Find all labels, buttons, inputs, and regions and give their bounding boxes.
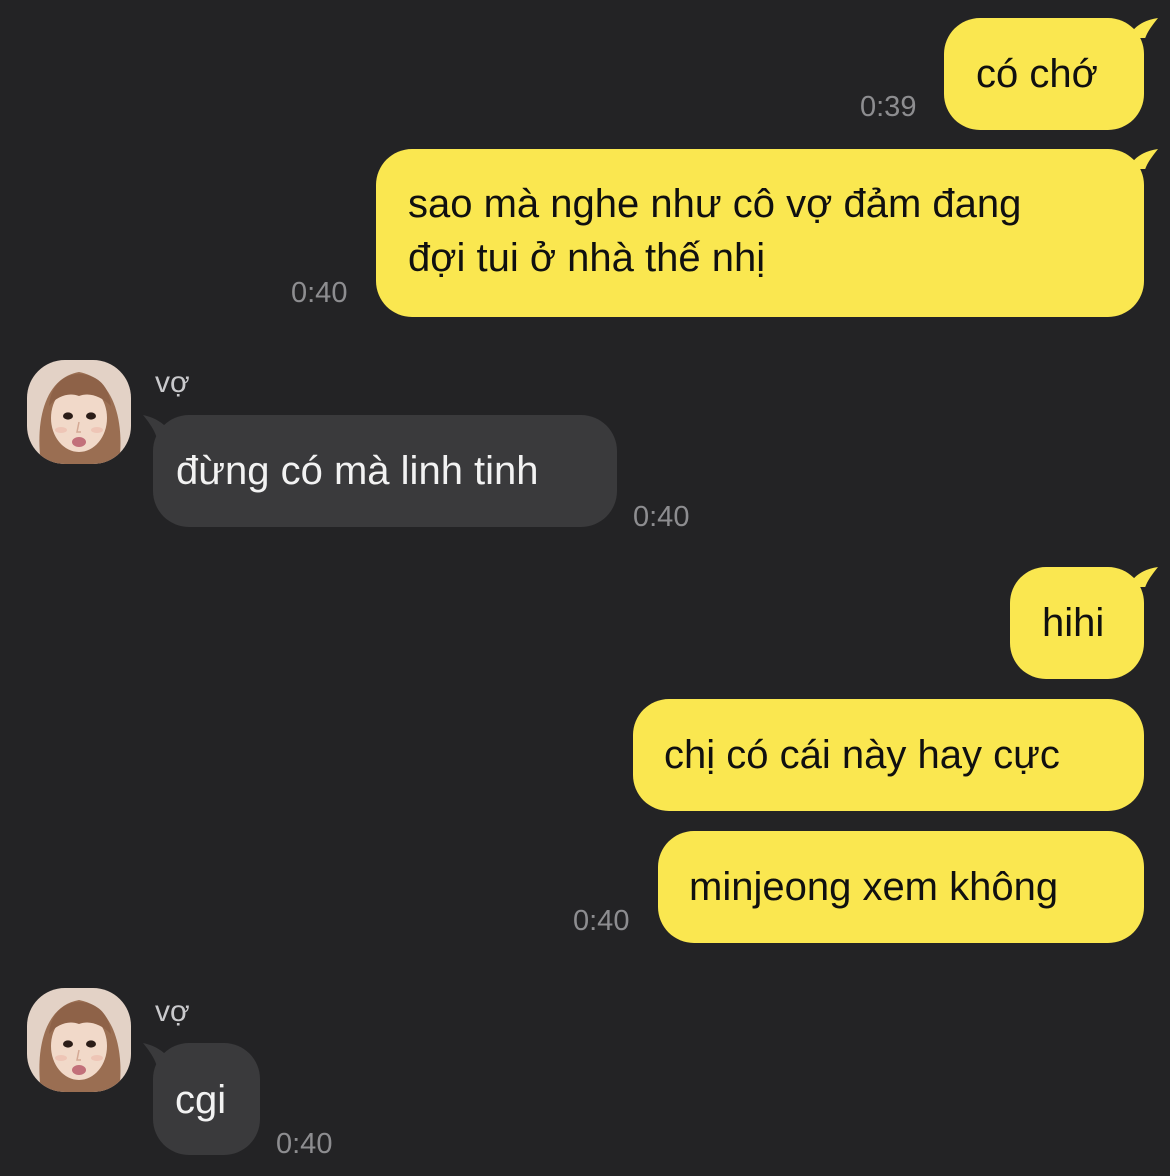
message-timestamp: 0:40: [633, 501, 690, 533]
contact-avatar[interactable]: [27, 988, 131, 1092]
contact-avatar[interactable]: [27, 360, 131, 464]
message-text: có chớ: [976, 52, 1098, 96]
bubble-tail: [1128, 18, 1158, 38]
message-text: minjeong xem không: [689, 865, 1059, 909]
sender-name: vợ: [155, 995, 190, 1028]
message-bubble-outgoing[interactable]: chị có cái này hay cực: [633, 699, 1144, 811]
avatar-photo-icon: [27, 360, 131, 464]
message-bubble-incoming[interactable]: đừng có mà linh tinh: [153, 415, 617, 527]
avatar-photo-icon: [27, 988, 131, 1092]
message-text: đừng có mà linh tinh: [176, 449, 539, 493]
message-bubble-outgoing[interactable]: sao mà nghe như cô vợ đảm đang đợi tui ở…: [376, 149, 1144, 317]
message-timestamp: 0:40: [573, 905, 630, 937]
message-timestamp: 0:39: [860, 91, 917, 123]
bubble-tail: [1128, 567, 1158, 587]
message-text: chị có cái này hay cực: [664, 733, 1060, 777]
message-bubble-outgoing[interactable]: có chớ: [944, 18, 1144, 130]
message-text: hihi: [1042, 601, 1105, 645]
message-bubble-outgoing[interactable]: hihi: [1010, 567, 1144, 679]
message-text: cgi: [175, 1078, 227, 1122]
sender-name: vợ: [155, 366, 190, 399]
message-timestamp: 0:40: [276, 1128, 333, 1160]
message-timestamp: 0:40: [291, 277, 348, 309]
message-text-line: sao mà nghe như cô vợ đảm đang: [408, 182, 1022, 226]
message-bubble-outgoing[interactable]: minjeong xem không: [658, 831, 1144, 943]
message-text-line: đợi tui ở nhà thế nhị: [408, 236, 766, 280]
message-bubble-incoming[interactable]: cgi: [153, 1043, 260, 1155]
bubble-tail: [1128, 149, 1158, 169]
